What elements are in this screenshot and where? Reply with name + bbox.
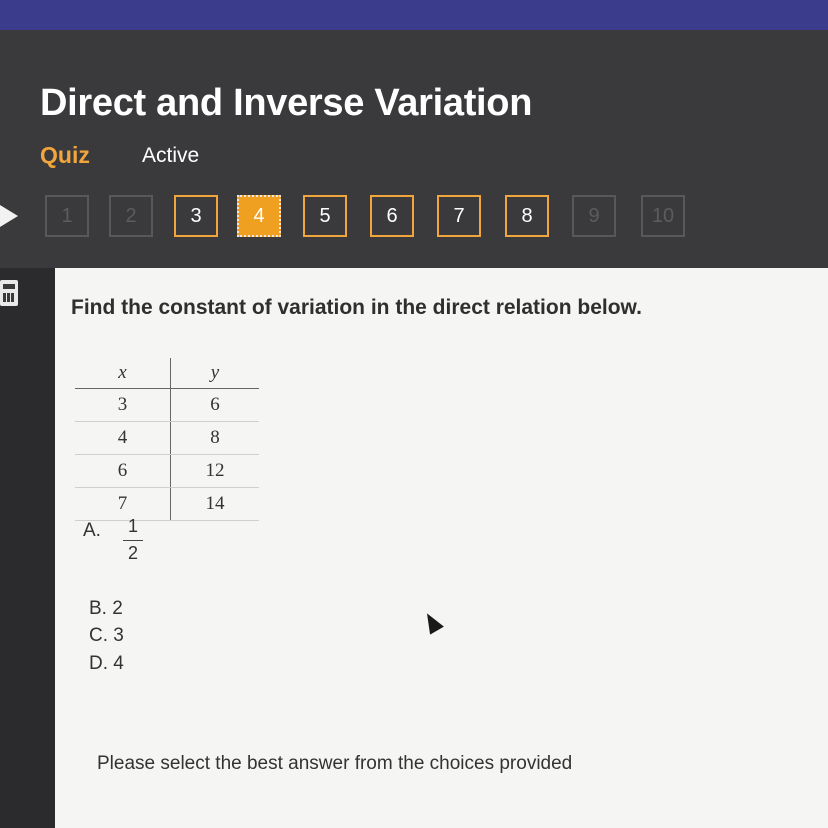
choice-a-fraction[interactable]: 1 2 xyxy=(123,516,143,565)
choice-b[interactable]: B. 2 xyxy=(89,598,123,620)
table-cell-x: 3 xyxy=(75,388,171,422)
quiz-label: Quiz xyxy=(40,142,90,168)
choice-a-denominator: 2 xyxy=(127,543,138,563)
choice-a-letter[interactable]: A. xyxy=(83,520,101,542)
table-cell-y: 8 xyxy=(170,421,259,455)
xy-table: x y 3 6 4 8 6 12 7 14 xyxy=(75,358,259,521)
question-button-7[interactable]: 7 xyxy=(437,195,481,237)
question-prompt: Find the constant of variation in the di… xyxy=(71,296,642,319)
page-title: Direct and Inverse Variation xyxy=(40,82,533,124)
back-arrow-icon[interactable] xyxy=(0,205,18,227)
choice-c[interactable]: C. 3 xyxy=(89,625,124,647)
question-button-4[interactable]: 4 xyxy=(237,195,281,237)
table-header-x: x xyxy=(75,358,171,389)
table-cell-y: 6 xyxy=(170,388,259,422)
choice-a-numerator: 1 xyxy=(127,516,138,536)
table-row: 6 12 xyxy=(75,454,259,488)
calculator-icon[interactable] xyxy=(0,280,18,306)
question-button-1: 1 xyxy=(45,195,89,237)
table-cell-y: 12 xyxy=(170,454,259,488)
choice-d[interactable]: D. 4 xyxy=(89,653,124,675)
question-button-9: 9 xyxy=(572,195,616,237)
question-button-6[interactable]: 6 xyxy=(370,195,414,237)
instruction-text: Please select the best answer from the c… xyxy=(97,753,573,774)
top-bar xyxy=(0,0,828,30)
table-cell-x: 4 xyxy=(75,421,171,455)
question-button-2: 2 xyxy=(109,195,153,237)
fraction-bar xyxy=(123,540,143,541)
question-button-10: 10 xyxy=(641,195,685,237)
table-row: 7 14 xyxy=(75,487,259,521)
table-row: 4 8 xyxy=(75,421,259,455)
table-row: 3 6 xyxy=(75,388,259,422)
question-button-3[interactable]: 3 xyxy=(174,195,218,237)
question-button-5[interactable]: 5 xyxy=(303,195,347,237)
table-cell-x: 6 xyxy=(75,454,171,488)
question-panel: Find the constant of variation in the di… xyxy=(55,268,828,828)
table-cell-y: 14 xyxy=(170,487,259,521)
table-header-y: y xyxy=(170,358,259,389)
question-button-8[interactable]: 8 xyxy=(505,195,549,237)
status-label: Active xyxy=(142,144,200,167)
